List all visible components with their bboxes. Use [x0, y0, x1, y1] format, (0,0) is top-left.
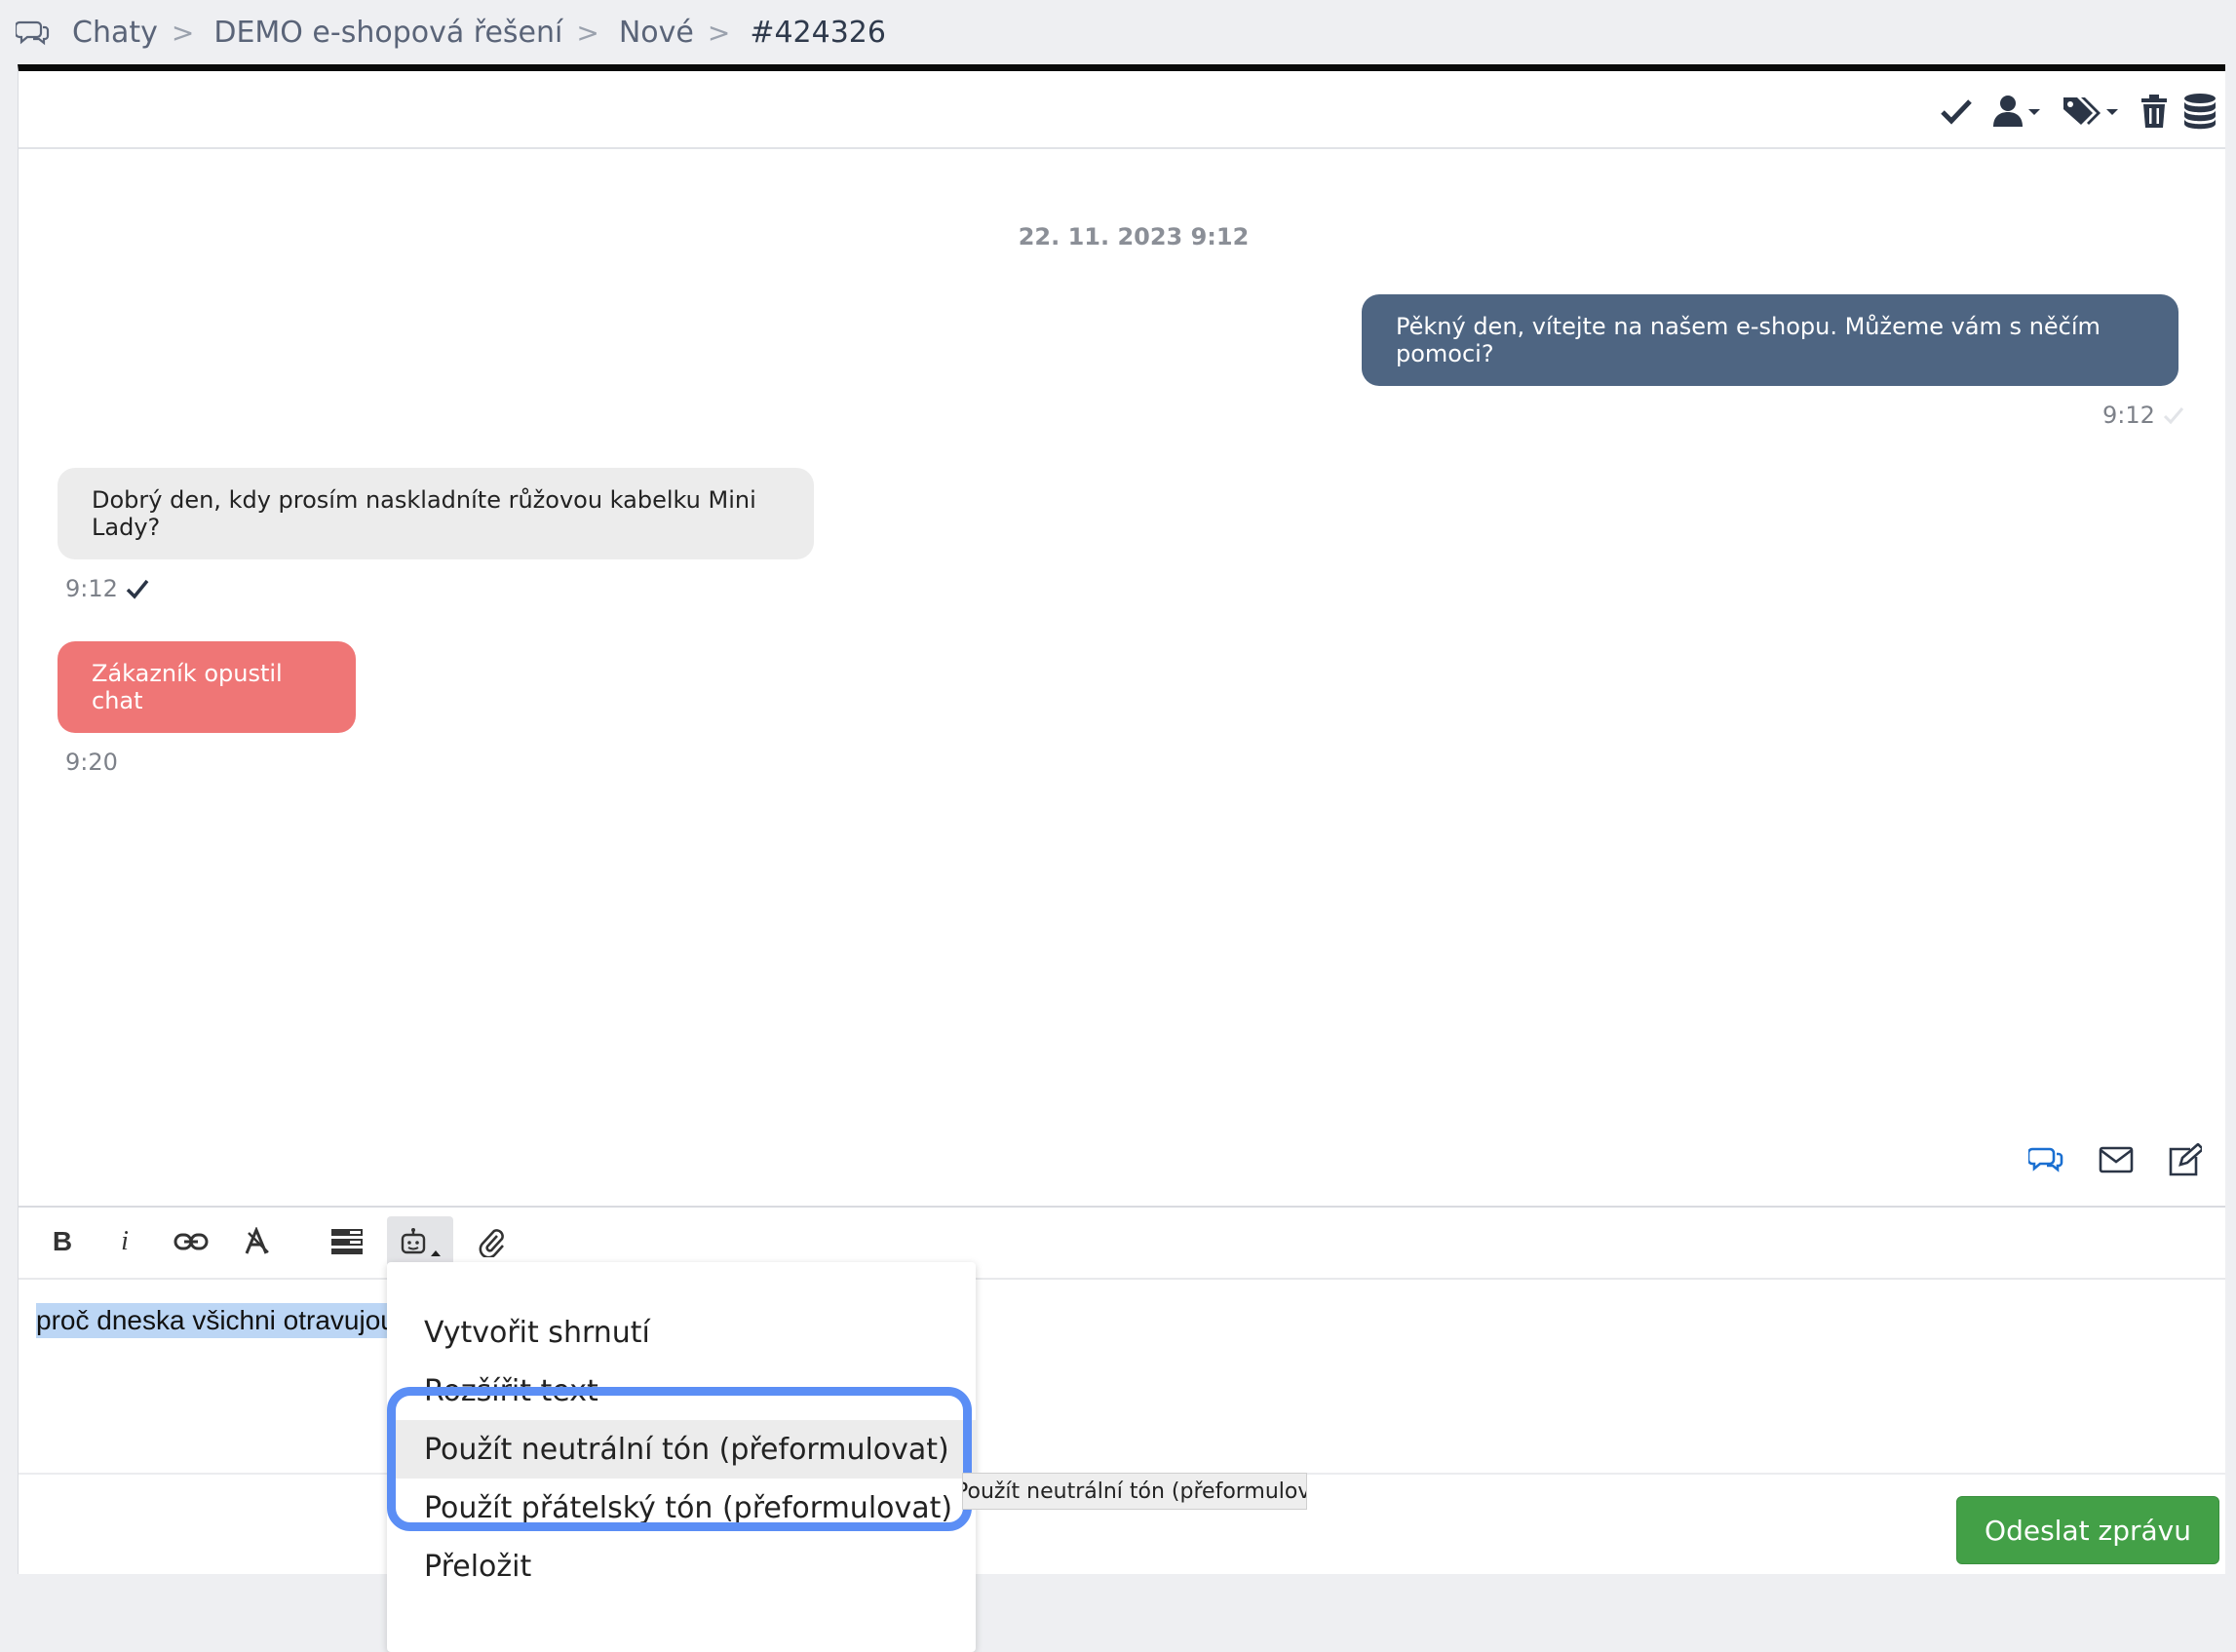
breadcrumb-chats[interactable]: Chaty [72, 16, 158, 50]
robot-icon [401, 1228, 426, 1254]
breadcrumb-project[interactable]: DEMO e-shopová řešení [213, 16, 562, 50]
delete-button[interactable] [2140, 94, 2169, 129]
chat-bubbles-icon [16, 20, 50, 46]
message-time: 9:12 [2102, 402, 2184, 429]
caret-down-icon [2028, 109, 2040, 115]
menu-item-friendly-tone[interactable]: Použít přátelský tón (přeformulovat) [387, 1479, 976, 1537]
message-text: Pěkný den, vítejte na našem e-shopu. Můž… [1396, 313, 2101, 367]
menu-item-expand-text[interactable]: Rozšířit text [387, 1362, 976, 1420]
italic-button[interactable]: i [98, 1216, 151, 1267]
caret-down-icon [2106, 109, 2118, 115]
date-separator: 22. 11. 2023 9:12 [1018, 223, 1250, 250]
reply-channel-switcher [2028, 1143, 2202, 1176]
chat-channel-icon[interactable] [2028, 1143, 2065, 1176]
breadcrumb-status[interactable]: Nové [619, 16, 694, 50]
customer-message: Dobrý den, kdy prosím naskladníte růžovo… [58, 468, 814, 559]
database-button[interactable] [2182, 93, 2217, 130]
breadcrumb-separator: > [707, 16, 731, 49]
database-icon [2184, 94, 2216, 130]
message-time: 9:20 [65, 749, 118, 776]
editor-toolbar: B i [19, 1206, 2225, 1280]
message-text: Dobrý den, kdy prosím naskladníte růžovo… [92, 486, 756, 541]
breadcrumb-ticket-id: #424326 [750, 15, 886, 50]
tags-icon [2063, 97, 2101, 125]
resolve-button[interactable] [1939, 94, 1974, 129]
template-button[interactable] [321, 1216, 373, 1267]
conversation-toolbar [19, 71, 2225, 149]
check-icon [126, 579, 149, 599]
breadcrumb-separator: > [171, 16, 195, 49]
caret-up-icon [431, 1250, 441, 1256]
menu-item-summarize[interactable]: Vytvořit shrnutí [387, 1303, 976, 1362]
send-message-button[interactable]: Odeslat zprávu [1956, 1496, 2219, 1564]
clear-format-button[interactable] [231, 1216, 284, 1267]
message-time: 9:12 [65, 575, 149, 602]
templates-icon [331, 1229, 363, 1254]
ai-assistant-menu: Vytvořit shrnutí Rozšířit text Použít ne… [387, 1262, 976, 1652]
bold-button[interactable]: B [36, 1216, 89, 1267]
user-icon [1993, 96, 2023, 127]
message-text: Zákazník opustil chat [92, 660, 283, 714]
system-message: Zákazník opustil chat [58, 641, 356, 733]
tooltip-text: Použít neutrální tón (přeformulovat) [963, 1479, 1306, 1504]
breadcrumb-separator: > [576, 16, 599, 49]
attach-button[interactable] [465, 1216, 518, 1267]
time-label: 9:12 [65, 575, 118, 602]
agent-message: Pěkný den, vítejte na našem e-shopu. Můž… [1362, 294, 2178, 386]
email-channel-icon[interactable] [2099, 1146, 2134, 1173]
check-icon [2163, 407, 2184, 425]
assign-user-button[interactable] [1991, 94, 2044, 129]
paperclip-icon [479, 1229, 504, 1257]
italic-label: i [121, 1226, 129, 1256]
time-label: 9:20 [65, 749, 118, 776]
link-button[interactable] [165, 1216, 217, 1267]
menu-item-translate[interactable]: Přeložit [387, 1537, 976, 1595]
menu-item-neutral-tone[interactable]: Použít neutrální tón (přeformulovat) [387, 1420, 976, 1479]
ai-assistant-button[interactable] [387, 1216, 453, 1267]
link-icon [173, 1233, 209, 1250]
clear-format-icon [245, 1227, 269, 1254]
chat-panel: 22. 11. 2023 9:12 Pěkný den, vítejte na … [18, 64, 2225, 1652]
tags-button[interactable] [2062, 94, 2122, 129]
breadcrumb: Chaty > DEMO e-shopová řešení > Nové > #… [16, 0, 2218, 64]
note-edit-icon[interactable] [2167, 1143, 2202, 1176]
bold-label: B [52, 1226, 73, 1256]
check-icon [1941, 99, 1972, 125]
message-editor[interactable]: proč dneska všichni otravujou [36, 1303, 406, 1338]
trash-icon [2141, 95, 2167, 128]
tooltip: Použít neutrální tón (přeformulovat) [962, 1473, 1307, 1510]
time-label: 9:12 [2102, 402, 2155, 429]
message-list[interactable]: 22. 11. 2023 9:12 Pěkný den, vítejte na … [19, 154, 2225, 1265]
